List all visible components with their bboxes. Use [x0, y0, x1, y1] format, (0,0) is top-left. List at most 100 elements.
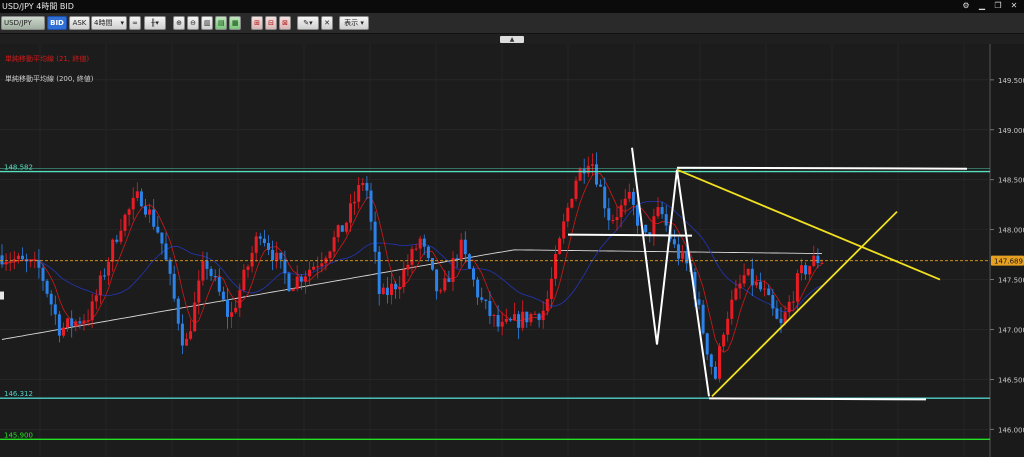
candle-body	[45, 280, 49, 294]
candle-body	[160, 232, 164, 244]
zoom-in-icon[interactable]: ⊕	[173, 16, 185, 30]
price-tick-label: 147.500	[998, 277, 1024, 285]
bid-button[interactable]: BID	[47, 16, 67, 30]
candle-body	[451, 258, 455, 282]
candle-body	[267, 243, 270, 250]
candlestick-chart[interactable]: 149.500 149.000 148.500 148.000 147.500 147.0…	[0, 44, 1024, 457]
candle-body	[209, 268, 213, 277]
candle-body	[78, 321, 82, 324]
link-icon[interactable]: ∞	[129, 16, 141, 30]
candle-body	[734, 288, 738, 300]
candle-body	[619, 205, 623, 218]
timeframe-value: 4時間	[94, 19, 113, 27]
candle-body	[308, 269, 311, 277]
candle-body	[53, 304, 57, 315]
candle-body	[361, 182, 365, 186]
candle-body	[234, 307, 238, 313]
candle-body	[533, 313, 537, 315]
candle-body	[349, 203, 352, 223]
candle-body	[447, 278, 451, 282]
candle-body	[730, 299, 734, 319]
indicator-icon[interactable]: ▦	[229, 16, 241, 30]
candle-body	[418, 238, 422, 249]
symbol-selector[interactable]: USD/JPY	[1, 16, 45, 30]
candle-body	[467, 254, 471, 269]
candle-body	[513, 314, 516, 321]
candle-body	[230, 312, 234, 317]
ask-button[interactable]: ASK	[69, 16, 90, 30]
display-menu-button[interactable]: 表示 ▾	[339, 16, 369, 30]
candle-body	[726, 318, 730, 335]
candle-body	[566, 207, 570, 222]
candle-body	[90, 301, 94, 321]
candle-body	[402, 269, 406, 287]
candle-body	[500, 321, 504, 327]
candle-body	[631, 191, 635, 205]
timeframe-select[interactable]: 4時間 ▾	[91, 16, 127, 30]
candle-body	[221, 291, 225, 300]
minimize-icon[interactable]: ▁	[976, 1, 988, 11]
candle-body	[599, 184, 603, 187]
pen-tool-icon[interactable]: ✎▾	[297, 16, 319, 30]
candle-body	[283, 259, 287, 274]
candle-body	[303, 276, 307, 282]
price-axis-background	[990, 44, 1024, 457]
candle-body	[394, 283, 398, 290]
delete-drawing-icon[interactable]: ✕	[321, 16, 333, 30]
price-tick-label: 146.000	[998, 426, 1024, 434]
legend-ma-short: 単純移動平均線 (21, 終値)	[5, 55, 90, 63]
candle-body	[443, 278, 447, 291]
candle-body	[800, 265, 803, 274]
candle-body	[246, 266, 250, 270]
resistance-line-label: 148.582	[4, 164, 33, 172]
window-titlebar: USD/JPY 4時間 BID ⚙ ▁ ❐ ✕	[0, 0, 1024, 13]
candle-body	[754, 281, 758, 286]
candle-body	[779, 318, 783, 324]
display-menu-label: 表示	[344, 19, 359, 27]
candle-body	[562, 221, 566, 239]
candle-body	[123, 214, 127, 231]
candle-body	[287, 273, 291, 292]
candle-body	[517, 314, 521, 328]
legend-ma-long: 単純移動平均線 (200, 終値)	[5, 75, 94, 83]
candle-body	[820, 262, 824, 264]
draw-tool-c-icon[interactable]: ⊠	[279, 16, 291, 30]
layout-icon[interactable]: ▤	[215, 16, 227, 30]
candle-body	[299, 276, 303, 282]
candle-body	[164, 243, 168, 260]
candle-body	[205, 260, 209, 269]
candle-body	[652, 216, 656, 236]
candle-body	[759, 281, 762, 290]
candle-body	[549, 278, 553, 299]
collapse-toolbar-handle[interactable]: ▲	[500, 36, 524, 43]
candle-body	[750, 268, 754, 286]
candle-body	[295, 276, 299, 290]
candle-body	[574, 180, 578, 199]
candle-body	[677, 244, 680, 259]
split-view-icon[interactable]: ▥	[201, 16, 213, 30]
candle-body	[459, 239, 463, 260]
close-icon[interactable]: ✕	[1008, 1, 1020, 11]
zoom-out-icon[interactable]: ⊖	[187, 16, 199, 30]
candle-body	[570, 198, 574, 208]
candle-body	[390, 283, 393, 295]
settings-icon[interactable]: ⚙	[960, 1, 972, 11]
candle-body	[722, 334, 726, 347]
candle-body	[70, 318, 74, 327]
candle-body	[627, 191, 631, 199]
restore-icon[interactable]: ❐	[992, 1, 1004, 11]
candle-body	[644, 224, 648, 233]
draw-tool-a-icon[interactable]: ⊞	[251, 16, 263, 30]
candle-body	[21, 255, 24, 260]
candle-body	[558, 238, 562, 255]
draw-tool-b-icon[interactable]: ⊟	[265, 16, 277, 30]
candle-body	[226, 299, 229, 317]
chart-area[interactable]: 149.500 149.000 148.500 148.000 147.500 147.0…	[0, 44, 1024, 457]
candle-body	[381, 287, 385, 294]
chart-type-icon[interactable]: ╫▾	[144, 16, 166, 30]
candle-body	[254, 236, 258, 253]
low-line-label: 145.900	[4, 431, 33, 439]
candle-body	[74, 321, 78, 327]
candle-body	[291, 289, 295, 292]
candle-body	[250, 252, 254, 267]
